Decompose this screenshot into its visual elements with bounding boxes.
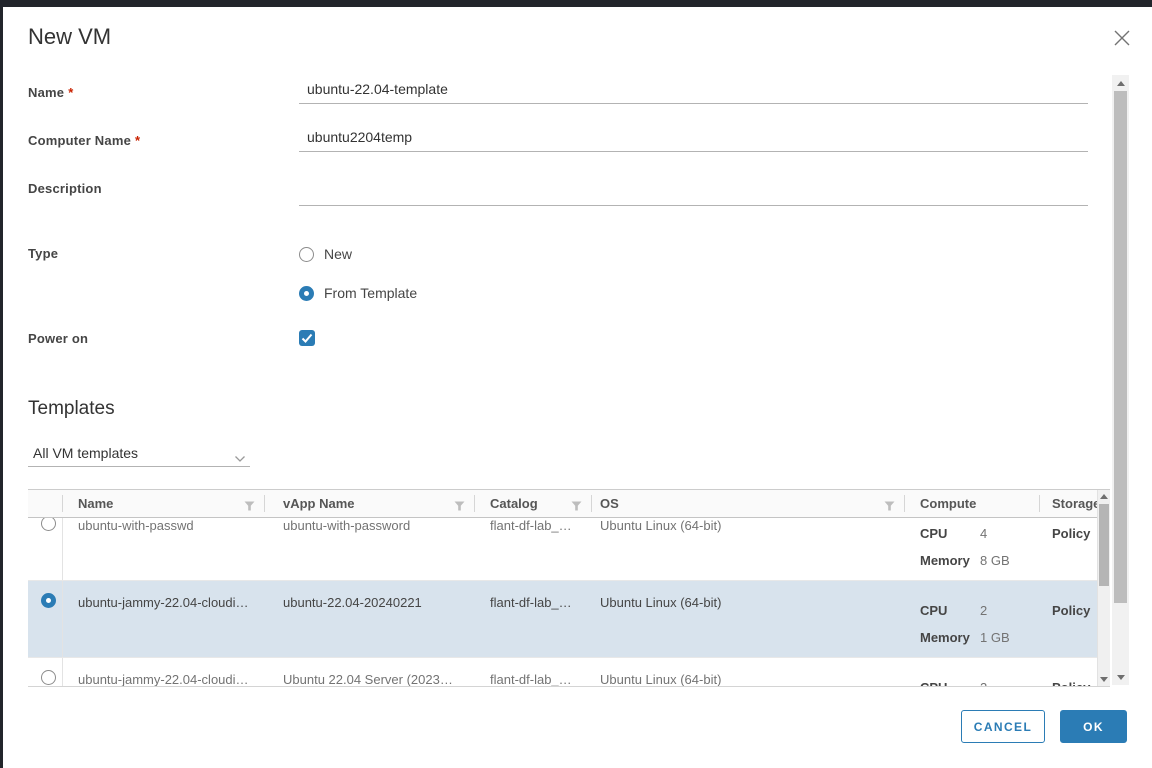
table-row-ubuntu-jammy-selected[interactable]: ubuntu-jammy-22.04-cloudi… ubuntu-22.04-… <box>28 581 1097 658</box>
power-on-label: Power on <box>28 331 89 346</box>
checkmark-icon <box>299 333 315 350</box>
cell-compute: CPU 2 Memory 1 GB <box>920 603 1010 645</box>
header-compute: Compute <box>905 490 1040 517</box>
scroll-up-icon[interactable] <box>1098 490 1110 503</box>
close-icon <box>1113 30 1131 50</box>
name-input[interactable] <box>299 80 1088 104</box>
chevron-down-icon <box>234 450 246 468</box>
cell-compute: CPU 4 Memory 8 GB <box>920 526 1010 568</box>
radio-checked-icon <box>299 285 314 301</box>
header-storage: Storage <box>1052 496 1097 511</box>
type-label: Type <box>28 246 59 261</box>
required-asterisk: * <box>135 133 141 148</box>
template-filter-value: All VM templates <box>33 445 139 461</box>
scroll-down-icon[interactable] <box>1112 669 1129 685</box>
row-radio[interactable] <box>41 518 56 532</box>
window-top-edge <box>0 0 1152 7</box>
header-radio-column <box>28 490 63 517</box>
filter-icon[interactable] <box>884 499 895 514</box>
templates-table: Name vApp Name Catalog OS Compute Storag… <box>28 489 1110 687</box>
templates-heading: Templates <box>28 398 115 419</box>
dialog-scrollbar-thumb[interactable] <box>1114 91 1127 603</box>
description-input[interactable] <box>299 182 1088 206</box>
table-row-ubuntu-with-passwd[interactable]: ubuntu-with-passwd ubuntu-with-password … <box>28 518 1097 581</box>
dialog-title: New VM <box>28 24 112 49</box>
radio-unchecked-icon <box>299 246 314 262</box>
cell-compute: CPU2 Memory <box>905 658 1040 686</box>
cell-catalog: flant-df-lab_… <box>490 672 572 686</box>
header-vapp-name: vApp Name <box>265 490 475 517</box>
cell-vapp-name: Ubuntu 22.04 Server (2023… <box>283 672 453 686</box>
cell-name: ubuntu-jammy-22.04-cloudi… <box>78 595 249 610</box>
type-option-new-label: New <box>324 246 353 262</box>
description-field-row: Description <box>28 180 1088 210</box>
name-field-row: Name * <box>28 80 1088 114</box>
computer-name-label: Computer Name * <box>28 133 141 148</box>
cell-storage: Policy <box>1052 603 1091 618</box>
cell-storage: Policy <box>1040 658 1097 686</box>
header-catalog: Catalog <box>475 490 592 517</box>
table-body: ubuntu-with-passwd ubuntu-with-password … <box>28 518 1097 686</box>
header-os: OS <box>592 490 905 517</box>
row-radio-selected[interactable] <box>41 593 56 609</box>
scroll-up-icon[interactable] <box>1112 75 1129 91</box>
computer-name-input[interactable] <box>299 128 1088 152</box>
filter-icon[interactable] <box>244 499 255 514</box>
required-asterisk: * <box>68 85 74 100</box>
window-left-edge <box>0 0 3 768</box>
ok-button[interactable]: OK <box>1060 710 1127 743</box>
template-filter-select[interactable]: All VM templates <box>28 443 250 467</box>
type-option-new[interactable]: New <box>299 246 352 264</box>
cell-catalog: flant-df-lab_… <box>490 518 572 533</box>
cell-catalog: flant-df-lab_… <box>490 595 572 610</box>
cancel-button[interactable]: CANCEL <box>961 710 1045 743</box>
cell-os: Ubuntu Linux (64-bit) <box>600 518 722 533</box>
row-radio[interactable] <box>41 670 56 686</box>
cell-storage: Policy <box>1052 526 1091 541</box>
close-button[interactable] <box>1111 28 1133 50</box>
cell-os: Ubuntu Linux (64-bit) <box>600 595 722 610</box>
table-scrollbar[interactable] <box>1097 490 1110 686</box>
power-on-checkbox[interactable] <box>299 330 315 346</box>
cell-name: ubuntu-jammy-22.04-cloudi… <box>78 672 249 686</box>
cell-vapp-name: ubuntu-with-password <box>283 518 411 533</box>
description-label: Description <box>28 181 102 196</box>
table-header: Name vApp Name Catalog OS Compute Storag… <box>28 490 1097 518</box>
table-scrollbar-thumb[interactable] <box>1099 504 1109 586</box>
filter-icon[interactable] <box>571 499 582 514</box>
cell-os: Ubuntu Linux (64-bit) <box>600 672 722 686</box>
header-name: Name <box>63 490 265 517</box>
dialog-scrollbar[interactable] <box>1112 75 1129 685</box>
scroll-down-icon[interactable] <box>1098 673 1110 686</box>
table-row-ubuntu-jammy-server[interactable]: ubuntu-jammy-22.04-cloudi… Ubuntu 22.04 … <box>28 658 1097 686</box>
computer-name-field-row: Computer Name * <box>28 128 1088 162</box>
name-label: Name * <box>28 85 74 100</box>
type-option-from-template-label: From Template <box>324 285 418 301</box>
cell-vapp-name: ubuntu-22.04-20240221 <box>283 595 422 610</box>
type-option-from-template[interactable]: From Template <box>299 285 417 303</box>
cell-name: ubuntu-with-passwd <box>78 518 194 533</box>
filter-icon[interactable] <box>454 499 465 514</box>
